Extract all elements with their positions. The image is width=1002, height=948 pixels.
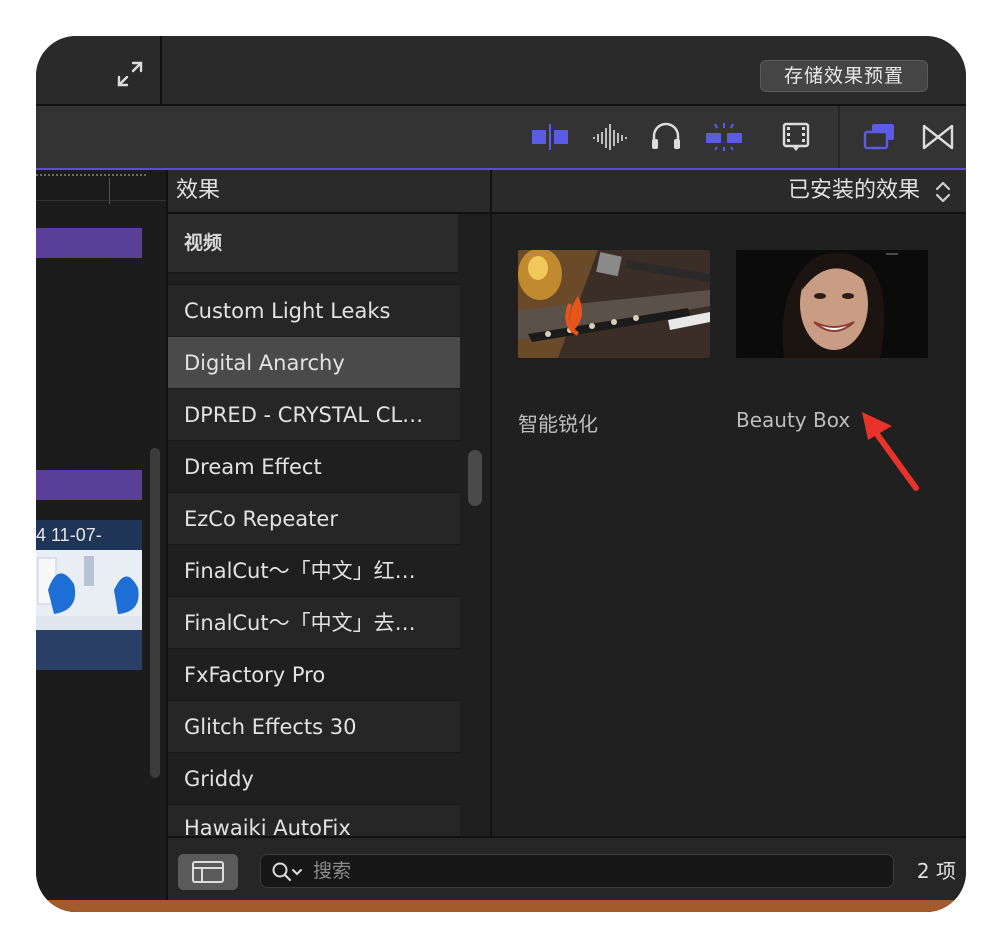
category-header-video[interactable]: 视频	[168, 214, 458, 274]
timeline-ruler[interactable]	[36, 172, 166, 204]
effects-browser: 智能锐化 Beauty Box	[492, 214, 966, 836]
category-item[interactable]: Griddy	[168, 752, 460, 804]
effect-name: Beauty Box	[736, 408, 851, 432]
category-item-label: DPRED - CRYSTAL CL…	[184, 403, 424, 427]
search-field[interactable]: 搜索	[260, 854, 894, 888]
browser-overlay-icon[interactable]	[860, 120, 900, 154]
expand-icon[interactable]	[114, 58, 146, 90]
category-item-selected[interactable]: Digital Anarchy	[168, 336, 460, 388]
search-placeholder: 搜索	[313, 860, 352, 882]
category-header-label: 视频	[184, 232, 223, 254]
category-item[interactable]: EzCo Repeater	[168, 492, 460, 544]
toolbar-separator	[838, 106, 840, 168]
category-item-label: Digital Anarchy	[184, 351, 345, 375]
save-effects-preset-button[interactable]: 存储效果预置	[760, 60, 928, 92]
effect-thumbnail-beauty-box[interactable]	[736, 250, 928, 358]
category-item-label: Custom Light Leaks	[184, 299, 391, 323]
category-item-label: Dream Effect	[184, 455, 322, 479]
clip-thumbnail	[36, 550, 142, 630]
installed-effects-filter[interactable]: 已安装的效果	[788, 170, 920, 212]
top-bar: 存储效果预置	[36, 36, 966, 106]
effects-panel-header: 效果	[168, 170, 490, 214]
category-item[interactable]: FinalCut～「中文」去…	[168, 596, 460, 648]
desktop-background-edge	[36, 900, 966, 912]
app-window: 存储效果预置 4 11-07- 效果 视频 Custom Light Leaks…	[36, 36, 966, 912]
category-item-label: FinalCut～「中文」红…	[184, 559, 416, 583]
timeline-clip-bar[interactable]	[36, 470, 142, 500]
timeline-video-clip[interactable]: 4 11-07-	[36, 520, 142, 670]
timeline-area[interactable]: 4 11-07-	[36, 170, 166, 912]
effect-name: 智能锐化	[518, 412, 598, 436]
category-item[interactable]: FinalCut～「中文」红…	[168, 544, 460, 596]
headphones-icon[interactable]	[646, 120, 686, 154]
transitions-icon[interactable]	[918, 120, 958, 154]
search-icon[interactable]	[271, 861, 305, 883]
clip-appearance-icon[interactable]	[530, 120, 570, 154]
category-item-label: FinalCut～「中文」去…	[184, 611, 416, 635]
waveform-icon[interactable]	[590, 120, 630, 154]
clip-title: 4 11-07-	[36, 525, 102, 545]
top-divider	[160, 36, 162, 104]
category-item[interactable]: Custom Light Leaks	[168, 284, 460, 336]
item-count: 2 项	[916, 859, 956, 883]
annotation-arrow-icon	[862, 412, 919, 491]
category-item[interactable]: FxFactory Pro	[168, 648, 460, 700]
sidebar-icon	[192, 861, 224, 883]
category-item[interactable]: Hawaiki AutoFix	[168, 804, 460, 840]
category-item[interactable]: Glitch Effects 30	[168, 700, 460, 752]
category-item-label: FxFactory Pro	[184, 663, 326, 687]
film-icon[interactable]	[776, 120, 816, 154]
clip-filmstrip	[36, 630, 142, 670]
effects-browser-header: 已安装的效果	[492, 170, 966, 214]
category-item-label: EzCo Repeater	[184, 507, 338, 531]
snapping-icon[interactable]	[704, 120, 744, 154]
category-item[interactable]: Dream Effect	[168, 440, 460, 492]
chevron-up-down-icon[interactable]	[934, 180, 952, 204]
effect-thumbnail-sharpen[interactable]	[518, 250, 710, 358]
effects-panel-title: 效果	[176, 178, 221, 203]
timeline-scrollbar[interactable]	[150, 448, 160, 778]
list-scrollbar[interactable]	[468, 450, 482, 506]
timeline-toolbar	[36, 106, 966, 170]
timeline-clip-bar[interactable]	[36, 228, 142, 258]
sidebar-toggle-button[interactable]	[178, 854, 238, 890]
category-item-label: Griddy	[184, 767, 254, 791]
category-item[interactable]: DPRED - CRYSTAL CL…	[168, 388, 460, 440]
category-item-label: Glitch Effects 30	[184, 715, 357, 739]
